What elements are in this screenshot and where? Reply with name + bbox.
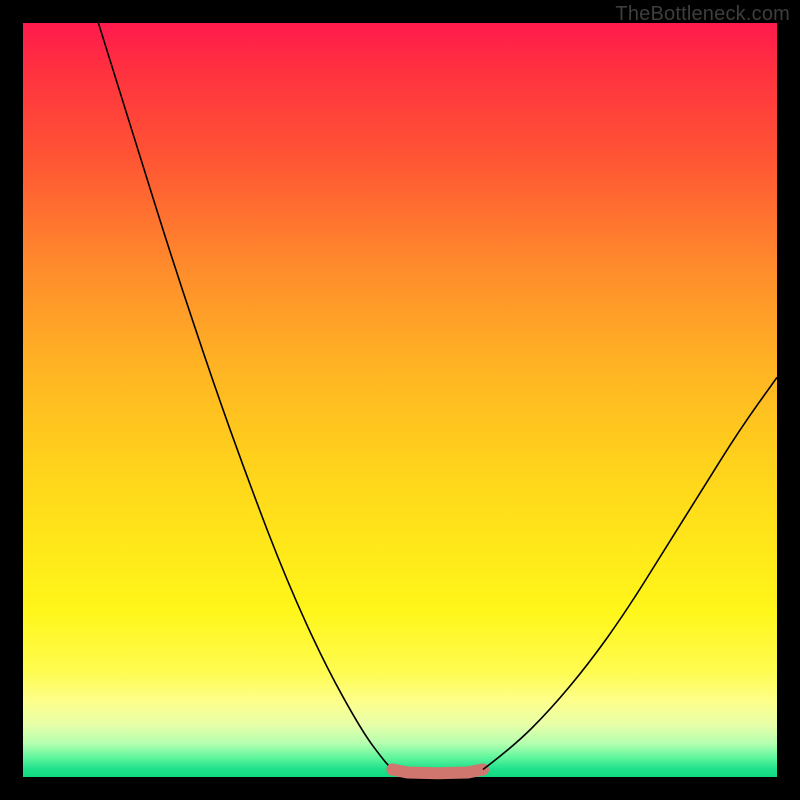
plot-area xyxy=(23,23,777,777)
curve-layer xyxy=(23,23,777,777)
left-branch-path xyxy=(98,23,392,770)
right-branch-path xyxy=(483,377,777,769)
flat-left-dot xyxy=(387,764,399,776)
watermark-text: TheBottleneck.com xyxy=(615,3,790,26)
chart-frame: TheBottleneck.com xyxy=(0,0,800,800)
flat-minimum-path xyxy=(393,770,483,774)
